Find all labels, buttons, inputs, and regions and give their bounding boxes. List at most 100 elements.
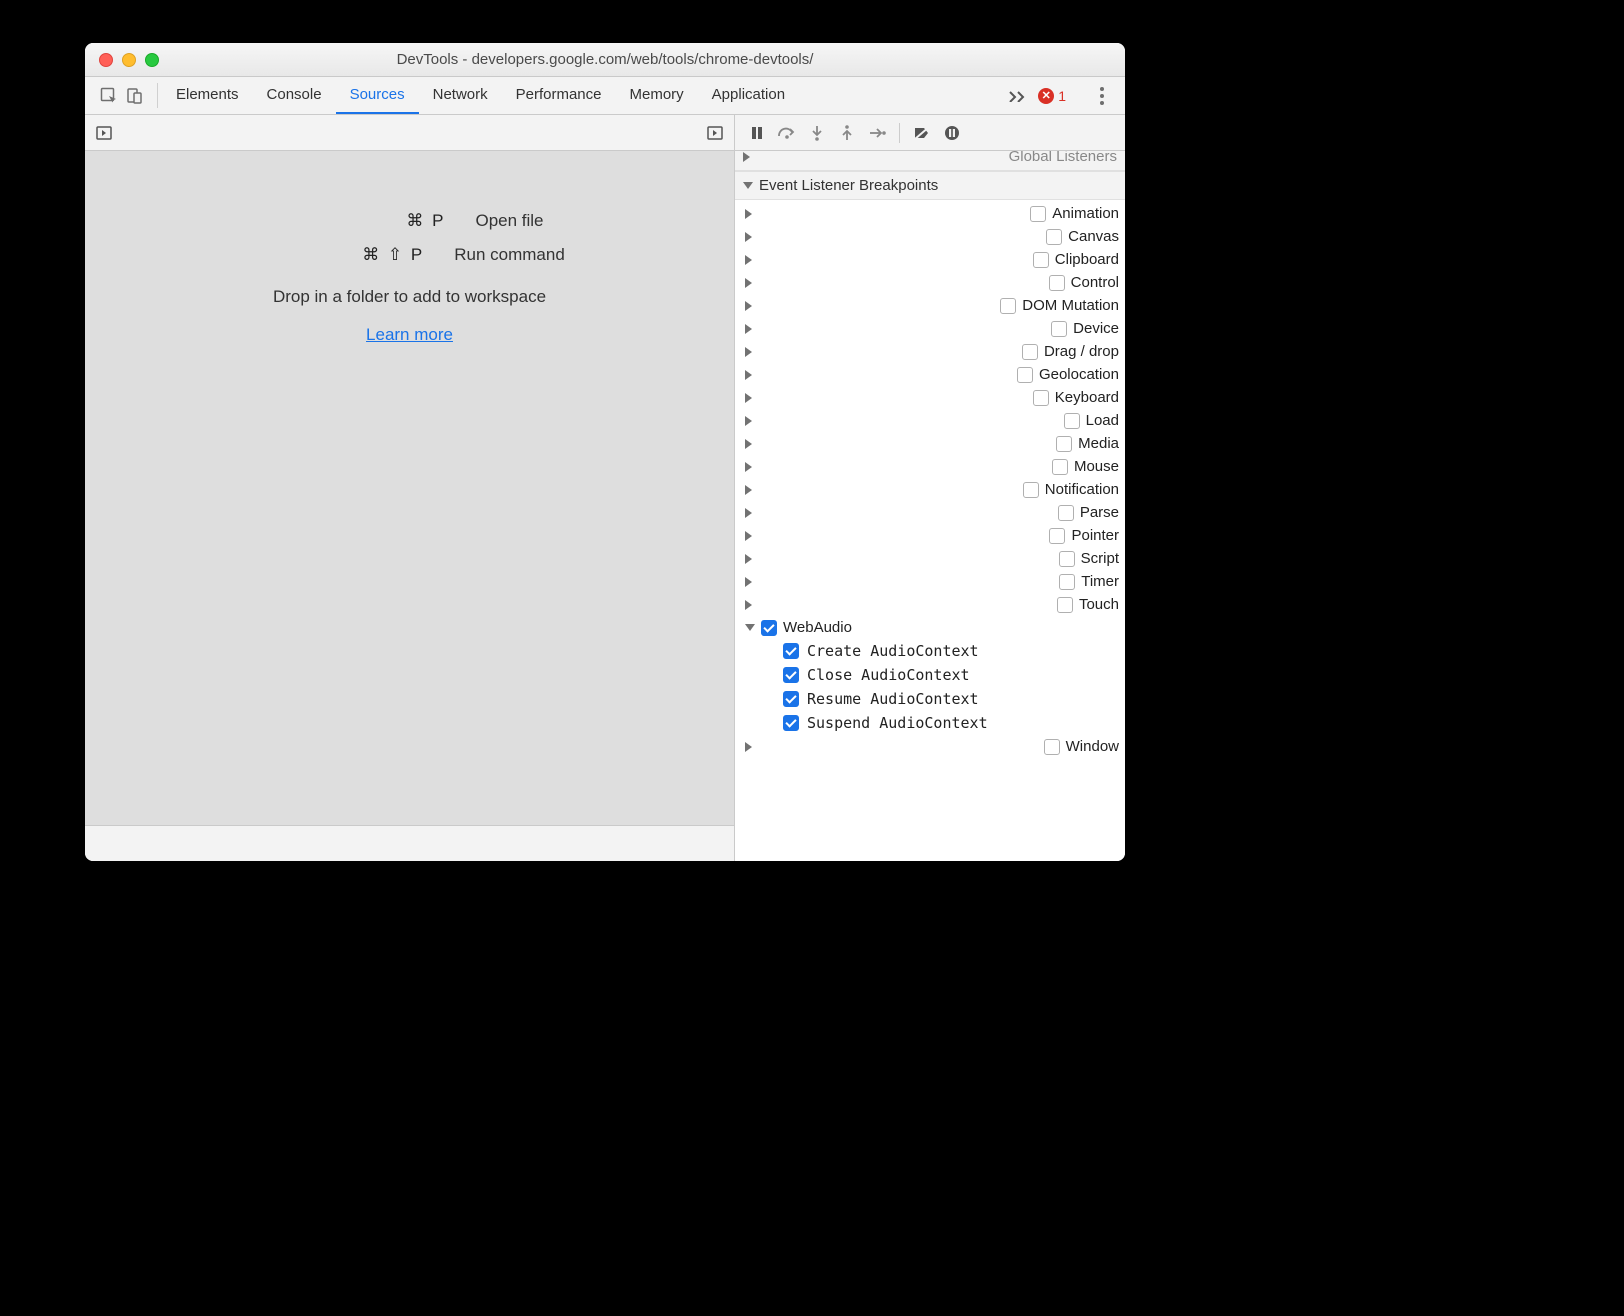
category-checkbox[interactable] [1022,344,1038,360]
zoom-window-button[interactable] [145,53,159,67]
chevron-right-icon [745,347,1016,357]
breakpoint-category-list: Animation Canvas Clipboard Control DOM Mutat… [735,200,1125,760]
category-checkbox[interactable] [1059,551,1075,567]
learn-more-link[interactable]: Learn more [366,325,453,345]
category-checkbox[interactable] [1051,321,1067,337]
breakpoint-item[interactable]: Close AudioContext [777,663,1125,687]
category-checkbox[interactable] [1000,298,1016,314]
category-label: Control [1071,274,1119,291]
more-tabs-icon[interactable] [1006,84,1030,108]
breakpoint-category[interactable]: Timer [735,570,1125,593]
chevron-right-icon [745,554,1053,564]
breakpoint-category[interactable]: Control [735,271,1125,294]
step-over-icon[interactable] [773,120,801,146]
breakpoint-checkbox[interactable] [783,715,799,731]
breakpoint-category[interactable]: Parse [735,501,1125,524]
category-checkbox[interactable] [1033,252,1049,268]
settings-menu-button[interactable] [1091,83,1113,109]
tab-sources[interactable]: Sources [336,77,419,114]
breakpoint-category[interactable]: Clipboard [735,248,1125,271]
debugger-toggle-icon[interactable] [702,120,728,146]
category-checkbox[interactable] [1049,275,1065,291]
run-command-label: Run command [454,245,565,265]
breakpoint-category[interactable]: Keyboard [735,386,1125,409]
sources-panel: ⌘ P Open file ⌘ ⇧ P Run command Drop in … [85,115,735,861]
breakpoint-category[interactable]: WebAudio [735,616,1125,639]
sources-toolbar [85,115,734,151]
breakpoint-item[interactable]: Suspend AudioContext [777,711,1125,735]
step-out-icon[interactable] [833,120,861,146]
category-checkbox[interactable] [1023,482,1039,498]
breakpoint-label: Suspend AudioContext [807,714,988,732]
category-checkbox[interactable] [1059,574,1075,590]
error-indicator[interactable]: ✕ 1 [1038,88,1066,104]
section-global-listeners[interactable]: Global Listeners [735,151,1125,171]
open-file-shortcut: ⌘ P [275,211,475,231]
pause-on-exceptions-icon[interactable] [938,120,966,146]
device-toolbar-icon[interactable] [123,84,147,108]
category-checkbox[interactable] [1056,436,1072,452]
category-label: Notification [1045,481,1119,498]
category-checkbox[interactable] [761,620,777,636]
category-checkbox[interactable] [1030,206,1046,222]
step-into-icon[interactable] [803,120,831,146]
drop-folder-message: Drop in a folder to add to workspace [273,287,546,307]
category-checkbox[interactable] [1044,739,1060,755]
breakpoint-category[interactable]: Mouse [735,455,1125,478]
close-window-button[interactable] [99,53,113,67]
category-checkbox[interactable] [1058,505,1074,521]
breakpoint-category[interactable]: Media [735,432,1125,455]
breakpoint-category[interactable]: Drag / drop [735,340,1125,363]
category-label: Canvas [1068,228,1119,245]
debugger-panel: Global Listeners Event Listener Breakpoi… [735,115,1125,861]
breakpoint-category[interactable]: Window [735,735,1125,758]
category-checkbox[interactable] [1064,413,1080,429]
breakpoint-item[interactable]: Resume AudioContext [777,687,1125,711]
breakpoint-item[interactable]: Create AudioContext [777,639,1125,663]
debugger-sidebar[interactable]: Global Listeners Event Listener Breakpoi… [735,151,1125,861]
sources-footer [85,825,734,861]
tab-performance[interactable]: Performance [502,77,616,114]
tab-application[interactable]: Application [698,77,799,114]
category-checkbox[interactable] [1017,367,1033,383]
breakpoint-checkbox[interactable] [783,643,799,659]
category-label: Window [1066,738,1119,755]
category-checkbox[interactable] [1046,229,1062,245]
breakpoint-label: Close AudioContext [807,666,970,684]
debugger-toolbar [735,115,1125,151]
tab-elements[interactable]: Elements [162,77,253,114]
category-checkbox[interactable] [1052,459,1068,475]
breakpoint-checkbox[interactable] [783,667,799,683]
section-event-listener-breakpoints[interactable]: Event Listener Breakpoints [735,171,1125,200]
category-label: Keyboard [1055,389,1119,406]
step-icon[interactable] [863,120,891,146]
breakpoint-category[interactable]: Device [735,317,1125,340]
category-label: Media [1078,435,1119,452]
category-checkbox[interactable] [1049,528,1065,544]
tab-memory[interactable]: Memory [616,77,698,114]
tab-network[interactable]: Network [419,77,502,114]
breakpoint-checkbox[interactable] [783,691,799,707]
category-label: Device [1073,320,1119,337]
tab-console[interactable]: Console [253,77,336,114]
inspect-element-icon[interactable] [97,84,121,108]
category-checkbox[interactable] [1057,597,1073,613]
breakpoint-category[interactable]: DOM Mutation [735,294,1125,317]
breakpoint-category[interactable]: Script [735,547,1125,570]
breakpoint-category[interactable]: Pointer [735,524,1125,547]
breakpoint-category[interactable]: Load [735,409,1125,432]
chevron-right-icon [745,485,1017,495]
titlebar: DevTools - developers.google.com/web/too… [85,43,1125,77]
minimize-window-button[interactable] [122,53,136,67]
category-checkbox[interactable] [1033,390,1049,406]
pause-icon[interactable] [743,120,771,146]
breakpoint-category[interactable]: Notification [735,478,1125,501]
breakpoint-category[interactable]: Touch [735,593,1125,616]
category-label: Mouse [1074,458,1119,475]
deactivate-breakpoints-icon[interactable] [908,120,936,146]
breakpoint-category[interactable]: Canvas [735,225,1125,248]
category-label: DOM Mutation [1022,297,1119,314]
breakpoint-category[interactable]: Geolocation [735,363,1125,386]
navigator-toggle-icon[interactable] [91,120,117,146]
breakpoint-category[interactable]: Animation [735,202,1125,225]
